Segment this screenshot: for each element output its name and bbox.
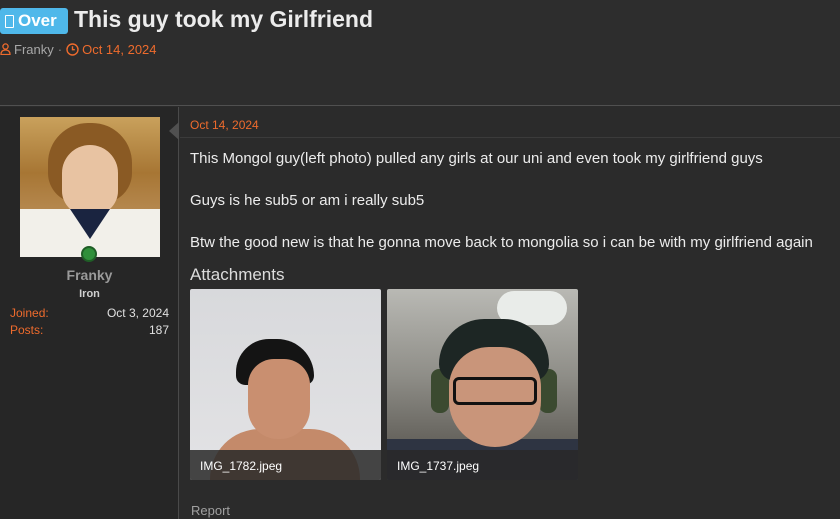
thread-author-link[interactable]: Franky [14, 42, 54, 57]
message-text-line: Btw the good new is that he gonna move b… [190, 234, 813, 251]
prefix-label: Over [18, 11, 57, 30]
online-status-icon [81, 246, 97, 262]
stat-value: 187 [148, 323, 169, 337]
thread-title: This guy took my Girlfriend [74, 6, 374, 32]
stat-value: Oct 3, 2024 [106, 306, 169, 320]
stat-joined: Joined: Oct 3, 2024 [10, 306, 169, 320]
user-icon [0, 43, 11, 55]
stat-label: Posts: [10, 323, 44, 337]
divider [180, 137, 840, 138]
stat-label: Joined: [10, 306, 49, 320]
thread-meta: Franky · Oct 14, 2024 [0, 41, 157, 57]
report-link[interactable]: Report [191, 503, 230, 518]
attachment-filename: IMG_1737.jpeg [387, 450, 578, 480]
message-text-line: Guys is he sub5 or am i really sub5 [190, 192, 425, 209]
attachment-filename: IMG_1782.jpeg [190, 450, 381, 480]
message-text-line: This Mongol guy(left photo) pulled any g… [190, 150, 763, 167]
clock-icon [66, 42, 79, 56]
prefix-badge[interactable]: Over [0, 8, 68, 34]
message-user-column: Franky Iron Joined: Oct 3, 2024 Posts: 1… [0, 107, 179, 519]
attachment-thumbnail[interactable]: IMG_1737.jpeg [387, 289, 578, 480]
stat-posts: Posts: 187 [10, 323, 169, 337]
message-date-link[interactable]: Oct 14, 2024 [190, 118, 259, 132]
message-pointer [169, 122, 179, 140]
user-rank: Iron [79, 288, 100, 300]
prefix-icon [5, 14, 14, 28]
username-link[interactable]: Franky [0, 267, 179, 283]
meta-separator: · [57, 41, 63, 57]
thread-date-link[interactable]: Oct 14, 2024 [82, 42, 156, 57]
thread-header: Over This guy took my Girlfriend Franky … [0, 0, 840, 106]
attachments-heading: Attachments [190, 265, 285, 284]
avatar[interactable] [20, 117, 160, 257]
attachment-thumbnail[interactable]: IMG_1782.jpeg [190, 289, 381, 480]
